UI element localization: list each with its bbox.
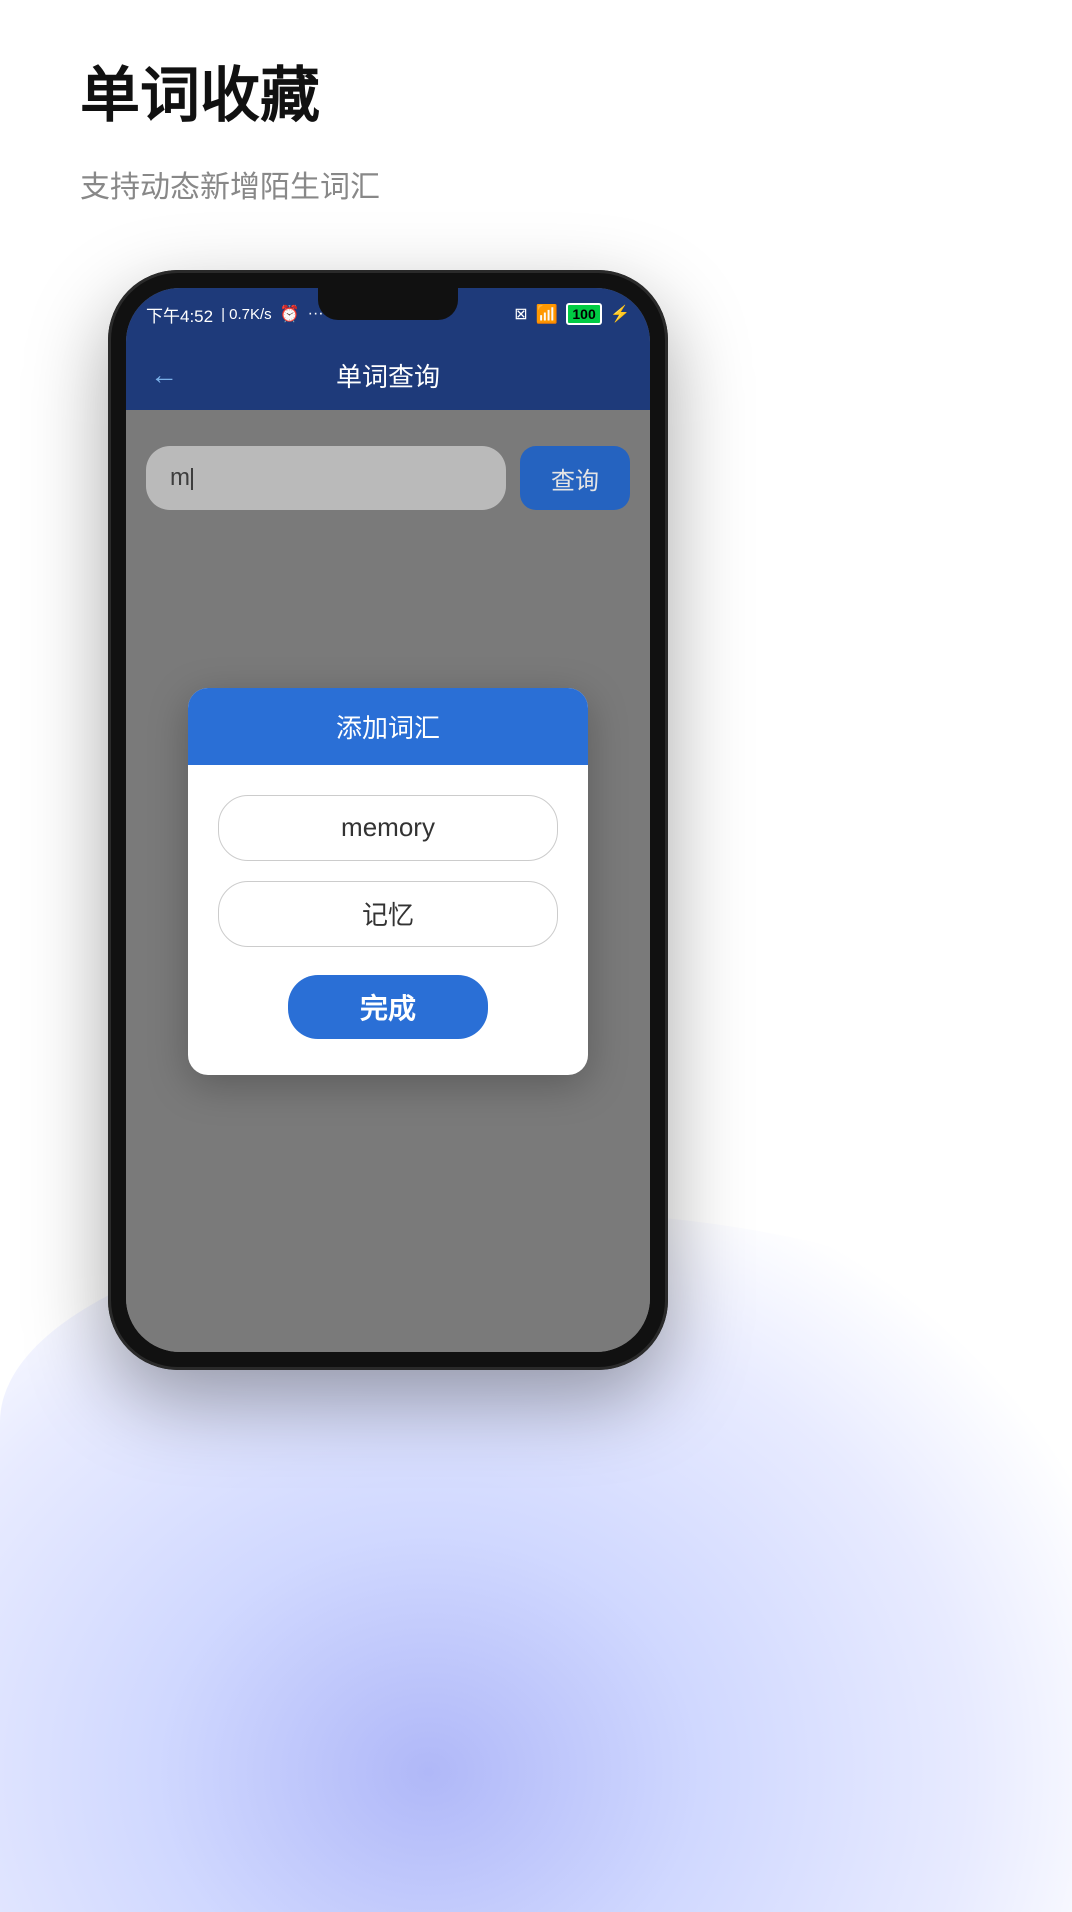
dialog-overlay: 添加词汇 memory 记忆 完成 [126,410,650,1352]
nav-title: 单词查询 [194,357,582,394]
dialog-header: 添加词汇 [188,688,588,765]
screen-content: m 查询 添加词汇 memory 记忆 [126,410,650,1352]
phone-screen: 下午4:52 | 0.7K/s ⏰ ··· ⊠ 📶 100 ⚡ ← 单词查询 m [126,288,650,1352]
page-title: 单词收藏 [80,60,380,132]
page-title-area: 单词收藏 支持动态新增陌生词汇 [80,60,380,206]
status-time: 下午4:52 [146,302,213,327]
dialog-box: 添加词汇 memory 记忆 完成 [188,688,588,1075]
power-button [666,500,668,580]
dialog-body: memory 记忆 完成 [188,765,588,1075]
translation-field-text: 记忆 [362,895,414,932]
phone-notch [318,288,458,320]
nav-bar: ← 单词查询 [126,340,650,410]
translation-field[interactable]: 记忆 [218,881,558,947]
word-field-text: memory [341,812,435,843]
status-alarm-icon: ⏰ [280,304,300,324]
volume-down-button [108,550,110,610]
phone-frame: 下午4:52 | 0.7K/s ⏰ ··· ⊠ 📶 100 ⚡ ← 单词查询 m [108,270,668,1370]
back-button[interactable]: ← [150,359,178,391]
battery-indicator: 100 [566,303,602,325]
volume-up-button [108,470,110,530]
status-screen-icon: ⊠ [514,304,527,324]
status-network: | 0.7K/s [221,306,272,323]
word-field[interactable]: memory [218,795,558,861]
dialog-title: 添加词汇 [336,713,440,743]
page-subtitle: 支持动态新增陌生词汇 [80,162,380,206]
status-right: ⊠ 📶 100 ⚡ [514,303,630,325]
done-button[interactable]: 完成 [288,975,488,1039]
status-wifi-icon: 📶 [536,304,558,325]
battery-charging-icon: ⚡ [610,304,630,324]
done-button-label: 完成 [360,987,416,1027]
